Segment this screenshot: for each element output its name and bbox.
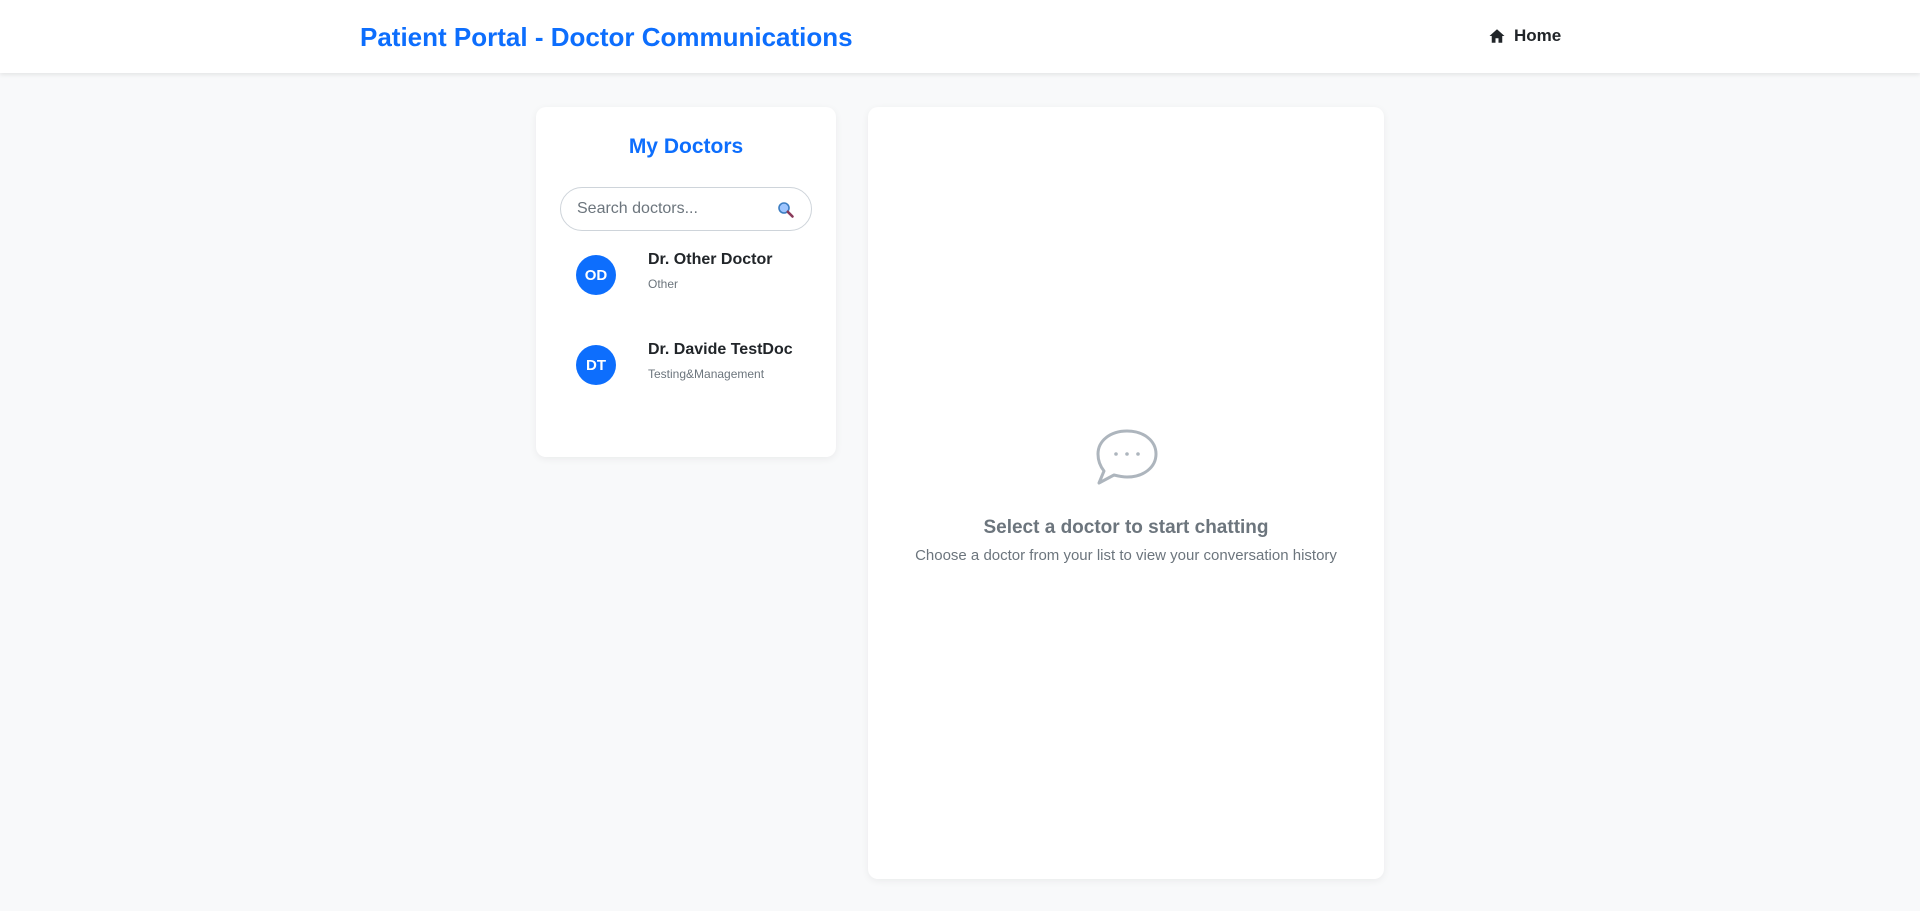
avatar: DT xyxy=(576,345,616,385)
doctor-name: Dr. Davide TestDoc xyxy=(648,341,793,358)
page-title[interactable]: Patient Portal - Doctor Communications xyxy=(360,22,853,53)
home-icon xyxy=(1488,27,1506,45)
doctor-list-item[interactable]: DT Dr. Davide TestDoc Testing&Management xyxy=(552,329,820,401)
chat-panel: Select a doctor to start chatting Choose… xyxy=(868,107,1384,879)
chat-bubble-icon xyxy=(1094,427,1160,487)
doctors-panel: My Doctors OD Dr. Other Doctor Other DT … xyxy=(536,107,836,457)
doctors-panel-title: My Doctors xyxy=(628,135,744,158)
home-link[interactable]: Home xyxy=(1488,26,1561,46)
search-icon[interactable] xyxy=(777,201,795,219)
home-link-label: Home xyxy=(1514,26,1562,45)
doctor-name: Dr. Other Doctor xyxy=(648,251,773,268)
doctor-specialty: Testing&Management xyxy=(648,367,765,381)
avatar: OD xyxy=(576,255,616,295)
search-box xyxy=(560,187,812,231)
empty-state-subtitle: Choose a doctor from your list to view y… xyxy=(915,547,1337,564)
doctor-list-item[interactable]: OD Dr. Other Doctor Other xyxy=(552,239,820,311)
top-navbar: Patient Portal - Doctor Communications H… xyxy=(0,0,1920,73)
empty-state-title: Select a doctor to start chatting xyxy=(983,517,1269,538)
doctor-specialty: Other xyxy=(648,277,679,291)
search-input[interactable] xyxy=(577,188,767,230)
